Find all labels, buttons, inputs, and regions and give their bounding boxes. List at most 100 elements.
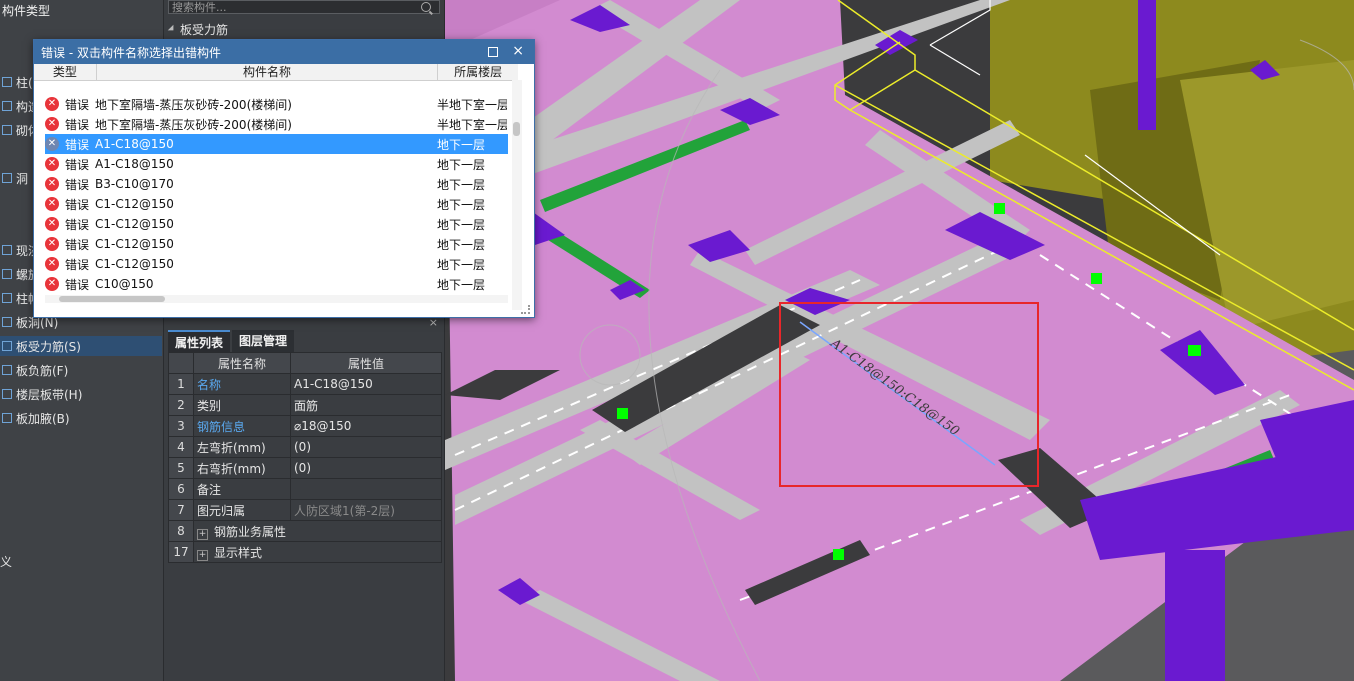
property-value[interactable] bbox=[290, 478, 442, 500]
property-name-text: 钢筋信息 bbox=[197, 419, 246, 434]
component-name[interactable]: C1-C12@150 bbox=[95, 257, 437, 271]
search-icon[interactable] bbox=[421, 2, 431, 12]
property-name-text: 左弯折(mm) bbox=[197, 440, 266, 455]
property-row[interactable]: 4 左弯折(mm) (0) bbox=[168, 436, 442, 458]
row-number: 6 bbox=[168, 478, 194, 500]
error-icon: ✕ bbox=[45, 117, 59, 131]
component-name[interactable]: C1-C12@150 bbox=[95, 217, 437, 231]
component-name[interactable]: C1-C12@150 bbox=[95, 197, 437, 211]
error-type: 错误 bbox=[65, 97, 90, 112]
component-icon bbox=[2, 341, 12, 351]
error-row[interactable]: ✕ 错误 C10@150 地下一层 bbox=[45, 274, 508, 294]
component-icon bbox=[2, 125, 12, 135]
component-name[interactable]: A1-C18@150 bbox=[95, 157, 437, 171]
property-name: 左弯折(mm) bbox=[193, 436, 291, 458]
expand-arrow-icon[interactable] bbox=[167, 24, 177, 34]
component-name[interactable]: C10@150 bbox=[95, 277, 437, 291]
error-row[interactable]: ✕ 错误 A1-C18@150 地下一层 bbox=[45, 154, 508, 174]
property-name-text: 图元归属 bbox=[197, 503, 246, 518]
resize-grip-icon[interactable] bbox=[521, 305, 530, 314]
expand-icon[interactable]: + bbox=[197, 549, 208, 561]
floor-name: 地下一层 bbox=[437, 177, 486, 192]
component-icon bbox=[2, 413, 12, 423]
component-name[interactable]: B3-C10@170 bbox=[95, 177, 437, 191]
property-value[interactable]: (0) bbox=[290, 457, 442, 479]
component-type-label: 板加腋(B) bbox=[16, 411, 70, 426]
property-name: 类别 bbox=[193, 394, 291, 416]
property-row[interactable]: 1 名称 A1-C18@150 bbox=[168, 373, 442, 395]
panel-title: 构件类型 bbox=[2, 4, 51, 18]
column-floor[interactable]: 所属楼层 bbox=[438, 64, 518, 80]
error-row[interactable]: ✕ 错误 C1-C12@150 地下一层 bbox=[45, 254, 508, 274]
error-type: 错误 bbox=[65, 237, 90, 252]
property-name: 图元归属 bbox=[193, 499, 291, 521]
3d-viewport[interactable]: A1-C18@150:C18@150 bbox=[445, 0, 1354, 681]
scroll-thumb[interactable] bbox=[59, 296, 165, 302]
dialog-titlebar[interactable]: 错误 - 双击构件名称选择出错构件 × bbox=[34, 40, 534, 64]
component-type-item[interactable]: 板受力筋(S) bbox=[0, 336, 162, 356]
error-row[interactable]: ✕ 错误 A1-C18@150 地下一层 bbox=[45, 134, 508, 154]
row-number: 17 bbox=[168, 541, 194, 563]
component-type-item[interactable]: 板加腋(B) bbox=[0, 408, 162, 428]
property-name: 右弯折(mm) bbox=[193, 457, 291, 479]
error-row[interactable]: ✕ 错误 C1-C12@150 地下一层 bbox=[45, 234, 508, 254]
component-icon bbox=[2, 293, 12, 303]
property-name: 名称 bbox=[193, 373, 291, 395]
floor-name: 地下一层 bbox=[437, 257, 486, 272]
property-name-text: 名称 bbox=[197, 377, 222, 392]
property-row[interactable]: 6 备注 bbox=[168, 478, 442, 500]
expand-icon[interactable]: + bbox=[197, 528, 208, 540]
column-type[interactable]: 类型 bbox=[34, 64, 97, 80]
error-type: 错误 bbox=[65, 157, 90, 172]
error-row[interactable]: ✕ 错误 地下室隔墙-蒸压灰砂砖-200(楼梯间) 半地下室一层 bbox=[45, 94, 508, 114]
tab-property-list[interactable]: 属性列表 bbox=[168, 330, 231, 354]
row-number: 1 bbox=[168, 373, 194, 395]
property-row[interactable]: 17 + 显示样式 bbox=[168, 541, 442, 563]
tree-node-slab-rebar[interactable]: 板受力筋 bbox=[167, 20, 229, 38]
property-value[interactable]: ⌀18@150 bbox=[290, 415, 442, 437]
component-icon bbox=[2, 365, 12, 375]
search-input[interactable]: 搜索构件... bbox=[168, 0, 440, 14]
floor-name: 半地下室一层 bbox=[437, 97, 507, 112]
tree-node-label: 板受力筋 bbox=[180, 22, 229, 37]
error-row[interactable]: ✕ 错误 C1-C12@150 地下一层 bbox=[45, 194, 508, 214]
component-icon bbox=[2, 173, 12, 183]
scroll-thumb[interactable] bbox=[513, 122, 520, 136]
property-value[interactable]: (0) bbox=[290, 436, 442, 458]
vertical-scrollbar[interactable] bbox=[512, 80, 522, 310]
floor-name: 地下一层 bbox=[437, 137, 486, 152]
tab-layer-management[interactable]: 图层管理 bbox=[232, 330, 295, 352]
property-value[interactable]: 人防区域1(第-2层) bbox=[290, 499, 442, 521]
error-icon: ✕ bbox=[45, 237, 59, 251]
property-row[interactable]: 2 类别 面筋 bbox=[168, 394, 442, 416]
property-value[interactable]: 面筋 bbox=[290, 394, 442, 416]
horizontal-scrollbar[interactable] bbox=[45, 295, 508, 303]
component-type-label: 板负筋(F) bbox=[16, 363, 69, 378]
property-row[interactable]: 8 + 钢筋业务属性 bbox=[168, 520, 442, 542]
floor-name: 地下一层 bbox=[437, 157, 486, 172]
error-row[interactable]: ✕ 错误 地下室隔墙-蒸压灰砂砖-200(楼梯间) 半地下室一层 bbox=[45, 114, 508, 134]
column-component-name[interactable]: 构件名称 bbox=[97, 64, 439, 80]
component-icon bbox=[2, 101, 12, 111]
component-type-item[interactable]: 板负筋(F) bbox=[0, 360, 162, 380]
error-table-header: 类型 构件名称 所属楼层 bbox=[34, 64, 518, 81]
property-value[interactable]: A1-C18@150 bbox=[290, 373, 442, 395]
component-name[interactable]: 地下室隔墙-蒸压灰砂砖-200(楼梯间) bbox=[95, 96, 437, 113]
3d-model-scene[interactable]: A1-C18@150:C18@150 bbox=[445, 0, 1354, 681]
component-name[interactable]: 地下室隔墙-蒸压灰砂砖-200(楼梯间) bbox=[95, 116, 437, 133]
property-row[interactable]: 3 钢筋信息 ⌀18@150 bbox=[168, 415, 442, 437]
error-row[interactable]: ✕ 错误 C1-C12@150 地下一层 bbox=[45, 214, 508, 234]
component-type-item[interactable]: 楼层板带(H) bbox=[0, 384, 162, 404]
close-icon[interactable]: × bbox=[512, 43, 524, 59]
component-name[interactable]: C1-C12@150 bbox=[95, 237, 437, 251]
property-panel: × 属性列表 图层管理 属性名称 属性值 1 名称 A1-C18@150 2 类别 面筋 3… bbox=[164, 316, 444, 681]
maximize-icon[interactable] bbox=[488, 47, 498, 57]
floor-name: 地下一层 bbox=[437, 217, 486, 232]
error-row[interactable]: ✕ 错误 B3-C10@170 地下一层 bbox=[45, 174, 508, 194]
error-type: 错误 bbox=[65, 177, 90, 192]
property-row[interactable]: 5 右弯折(mm) (0) bbox=[168, 457, 442, 479]
property-row[interactable]: 7 图元归属 人防区域1(第-2层) bbox=[168, 499, 442, 521]
dialog-title: 错误 - 双击构件名称选择出错构件 bbox=[41, 45, 221, 60]
component-name[interactable]: A1-C18@150 bbox=[95, 137, 437, 151]
error-icon: ✕ bbox=[45, 257, 59, 271]
